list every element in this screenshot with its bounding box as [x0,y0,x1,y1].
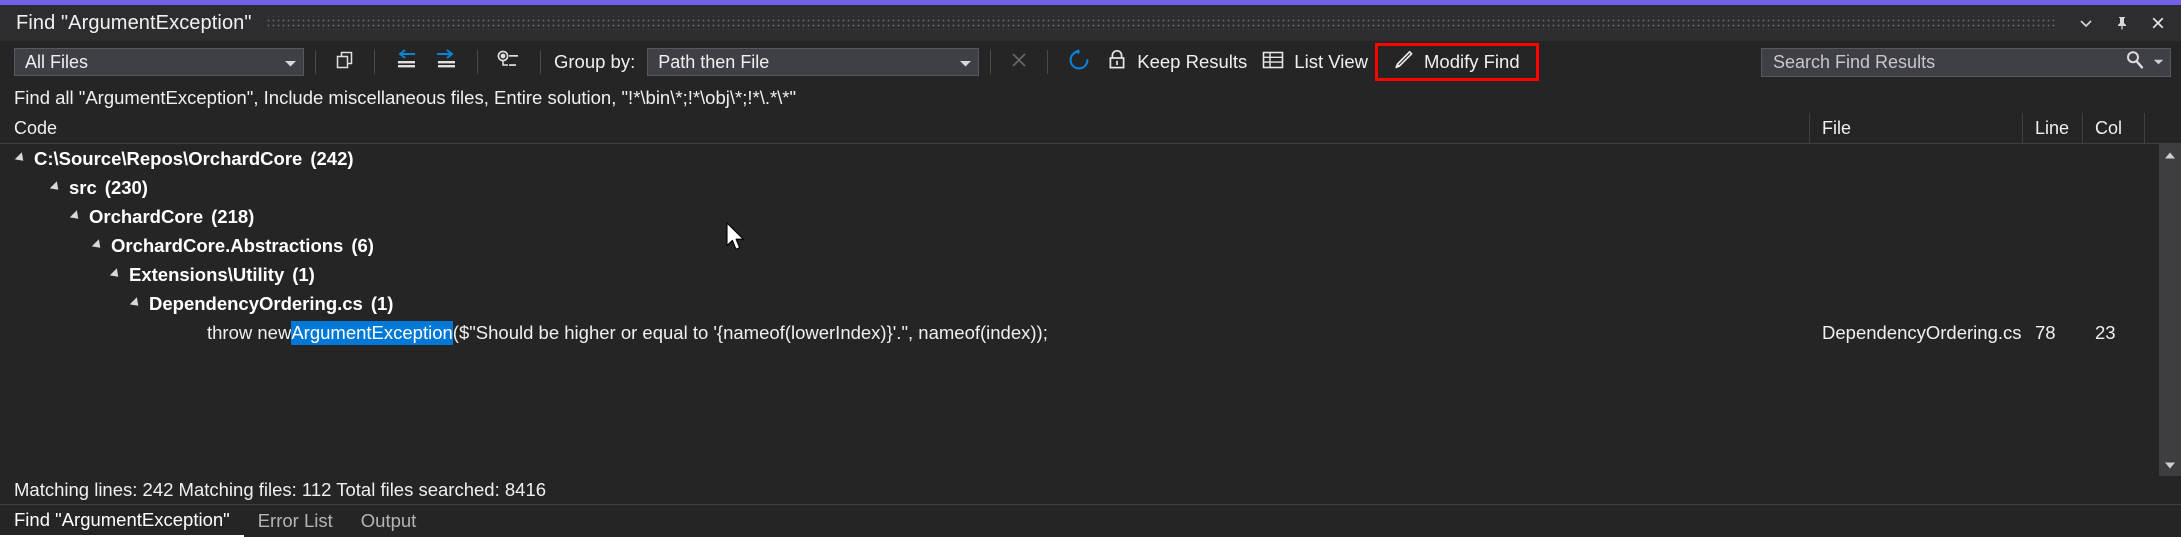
results-grid: Code File Line Col C:\Source\Repos\Orcha… [0,113,2181,476]
tree-node-label: DependencyOrdering.cs [149,292,363,314]
chevron-down-icon[interactable] [2069,8,2103,38]
expander-triangle-icon[interactable] [14,151,27,164]
group-by-value: Path then File [658,51,770,72]
tree-node-count: (230) [104,176,148,198]
result-code-match: ArgumentException [291,320,453,345]
keep-results-button[interactable]: Keep Results [1099,47,1254,77]
scrollbar-track[interactable] [2159,166,2181,454]
tab-output[interactable]: Output [347,505,431,537]
tree-node-label: OrchardCore.Abstractions [111,234,344,256]
modify-find-highlight: Modify Find [1375,43,1539,81]
find-toolbar: All Files Group by: Path then File Keep … [0,41,2181,83]
refresh-button[interactable] [1059,47,1099,77]
refresh-icon [1066,47,1092,78]
expander-triangle-icon[interactable] [69,209,82,222]
tree-node-count: (1) [292,263,315,285]
copy-button[interactable] [327,47,363,77]
bottom-tab-bar: Find "ArgumentException" Error List Outp… [0,504,2181,537]
modify-find-button[interactable]: Modify Find [1384,47,1527,77]
column-header-code[interactable]: Code [0,113,1810,143]
close-icon [1009,50,1029,75]
file-scope-value: All Files [25,51,89,72]
find-results-window: Find "ArgumentException" All Files Group… [0,0,2181,537]
modify-find-label: Modify Find [1424,51,1520,72]
chevron-down-icon [959,52,972,73]
list-view-button[interactable]: List View [1254,47,1375,77]
expander-triangle-icon[interactable] [109,267,122,280]
grid-icon [1261,49,1285,76]
collapse-all-icon [393,48,419,77]
result-code-cell: throw new ArgumentException ($"Should be … [0,320,1810,345]
status-line: Matching lines: 242 Matching files: 112 … [0,476,2181,504]
outline-icon [496,49,522,76]
tree-node-label: OrchardCore [89,205,204,227]
group-by-label: Group by: [554,51,636,72]
tab-find-results[interactable]: Find "ArgumentException" [0,505,244,537]
column-header-col[interactable]: Col [2083,113,2145,143]
expand-all-icon [433,48,459,77]
toolbar-separator [1047,50,1049,74]
collapse-all-button[interactable] [386,47,426,77]
search-find-results-box[interactable]: Search Find Results [1761,47,2171,77]
drag-handle[interactable] [265,16,2055,30]
toolbar-separator [315,50,316,74]
result-col-cell: 23 [2095,321,2116,343]
tree-node-label: C:\Source\Repos\OrchardCore [34,147,303,169]
title-bar: Find "ArgumentException" [0,5,2181,41]
tree-row[interactable]: Extensions\Utility (1) [0,260,2181,289]
chevron-down-icon[interactable] [2153,53,2164,71]
group-by-combo[interactable]: Path then File [647,48,980,76]
tree-node-count: (6) [351,234,374,256]
tree-row[interactable]: OrchardCore.Abstractions (6) [0,231,2181,260]
scroll-down-arrow-icon[interactable] [2159,454,2181,476]
expander-triangle-icon[interactable] [49,180,62,193]
toolbar-separator [374,50,375,74]
tree-node-count: (218) [211,205,255,227]
pin-icon[interactable] [2105,8,2139,38]
result-row[interactable]: throw new ArgumentException ($"Should be … [0,318,2181,347]
expander-triangle-icon[interactable] [129,296,142,309]
tree-row[interactable]: OrchardCore (218) [0,202,2181,231]
toolbar-separator [990,50,992,74]
column-header-file[interactable]: File [1810,113,2023,143]
toolbar-separator [540,50,541,74]
file-scope-combo[interactable]: All Files [14,48,304,76]
tree-node-label: src [69,176,97,198]
lock-icon [1106,48,1128,77]
column-headers: Code File Line Col [0,113,2181,144]
tree-node-count: (242) [310,147,354,169]
result-line-cell: 78 [2035,321,2056,343]
stop-search-button[interactable] [1002,47,1036,77]
expander-triangle-icon[interactable] [91,238,104,251]
result-code-prefix: throw new [207,321,292,343]
tree-node-count: (1) [370,292,394,314]
tab-error-list[interactable]: Error List [244,505,347,537]
vertical-scrollbar[interactable] [2159,144,2181,476]
tree-row[interactable]: src (230) [0,173,2181,202]
tree-node-label: Extensions\Utility [129,263,285,285]
list-view-label: List View [1294,51,1368,72]
outline-button[interactable] [489,47,529,77]
chevron-down-icon [284,52,297,73]
window-buttons [2069,8,2175,38]
search-icon[interactable] [2124,49,2146,76]
result-rows: C:\Source\Repos\OrchardCore (242) src (2… [0,144,2181,476]
search-input[interactable]: Search Find Results [1773,52,2124,73]
close-icon[interactable] [2141,8,2175,38]
copy-icon [334,49,356,76]
window-title: Find "ArgumentException" [16,11,252,34]
toolbar-separator [477,50,478,74]
tree-row[interactable]: C:\Source\Repos\OrchardCore (242) [0,144,2181,173]
expand-all-button[interactable] [426,47,466,77]
column-header-line[interactable]: Line [2023,113,2083,143]
pencil-icon [1391,48,1415,77]
scroll-up-arrow-icon[interactable] [2159,144,2181,166]
keep-results-label: Keep Results [1137,51,1248,72]
tree-row[interactable]: DependencyOrdering.cs (1) [0,289,2181,318]
column-header-pad [2145,113,2181,143]
result-code-suffix: ($"Should be higher or equal to '{nameof… [452,321,1048,343]
find-description: Find all "ArgumentException", Include mi… [0,83,2181,113]
result-file-cell: DependencyOrdering.cs [1822,321,2022,343]
